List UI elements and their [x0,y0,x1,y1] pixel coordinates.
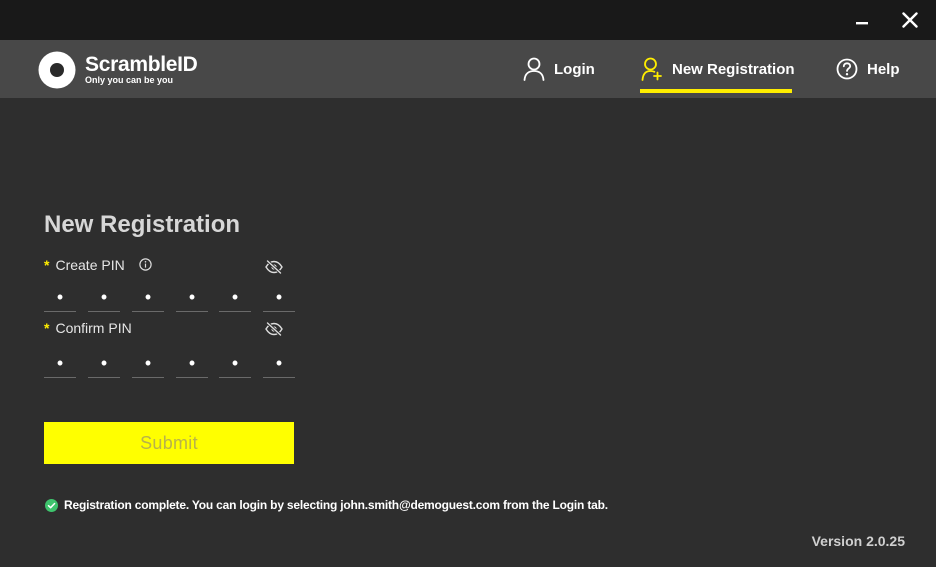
status-message: Registration complete. You can login by … [45,497,608,513]
confirm-pin-digit-4[interactable]: • [176,348,208,378]
confirm-pin-inputs: • • • • • • [44,348,296,378]
close-button[interactable] [896,6,924,34]
check-circle-icon [45,498,58,512]
minimize-button[interactable] [848,6,876,34]
confirm-pin-digit-3[interactable]: • [132,348,164,378]
submit-button[interactable]: Submit [44,422,294,464]
confirm-pin-digit-1[interactable]: • [44,348,76,378]
title-bar [0,0,936,40]
create-pin-digit-3[interactable]: • [132,282,164,312]
info-icon[interactable] [139,258,152,271]
app-header: ScrambleID Only you can be you Login New [0,40,936,98]
nav-login-label: Login [554,60,595,78]
create-pin-digit-2[interactable]: • [88,282,120,312]
scrambleid-logo-icon [38,51,76,89]
required-marker: * [44,320,50,336]
create-pin-digit-6[interactable]: • [263,282,295,312]
status-text: Registration complete. You can login by … [64,498,608,512]
create-pin-inputs: • • • • • • [44,282,296,312]
eye-off-icon[interactable] [265,260,283,274]
minimize-icon [856,22,868,25]
confirm-pin-digit-2[interactable]: • [88,348,120,378]
confirm-pin-digit-6[interactable]: • [263,348,295,378]
brand-name: ScrambleID [85,53,198,76]
active-tab-indicator [640,89,792,93]
brand-tagline: Only you can be you [85,75,174,85]
nav-login[interactable]: Login [522,40,595,98]
create-pin-label-text: Create PIN [55,257,125,273]
eye-off-icon[interactable] [265,322,283,336]
page-title: New Registration [44,211,241,238]
create-pin-digit-5[interactable]: • [219,282,251,312]
confirm-pin-label-text: Confirm PIN [55,320,132,336]
confirm-pin-label: * Confirm PIN [44,320,132,336]
brand-logo: ScrambleID Only you can be you [38,51,238,91]
close-icon [902,12,918,28]
nav-help-label: Help [867,60,900,78]
user-add-icon [640,57,664,81]
version-label: Version 2.0.25 [811,533,905,549]
create-pin-label: * Create PIN [44,257,125,273]
required-marker: * [44,257,50,273]
confirm-pin-digit-5[interactable]: • [219,348,251,378]
nav-new-registration-label: New Registration [672,60,795,78]
create-pin-digit-4[interactable]: • [176,282,208,312]
user-icon [522,57,546,81]
help-icon [835,57,859,81]
create-pin-digit-1[interactable]: • [44,282,76,312]
nav-help[interactable]: Help [835,40,900,98]
app-window: ScrambleID Only you can be you Login New [0,0,936,567]
